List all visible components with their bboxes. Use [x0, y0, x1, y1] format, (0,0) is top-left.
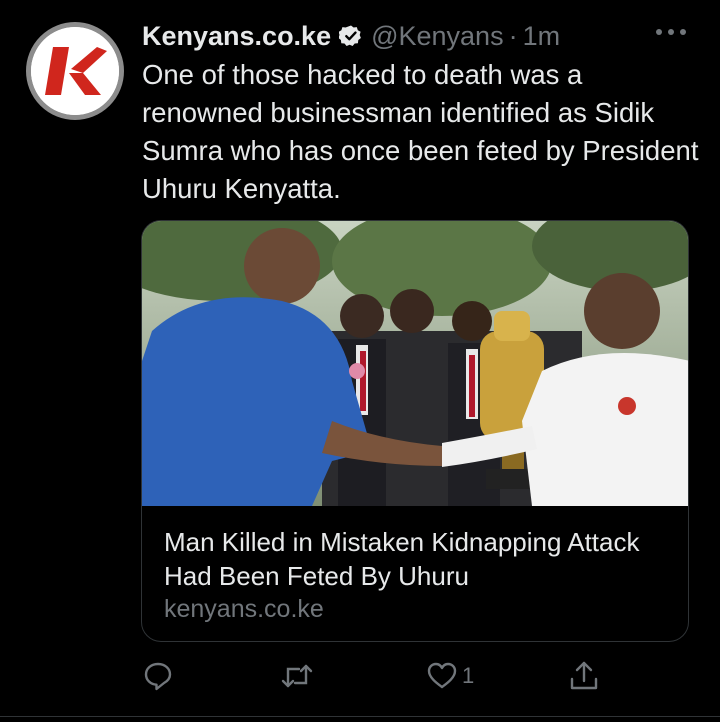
tweet-timestamp[interactable]: 1m	[523, 21, 561, 52]
tweet-header: Kenyans.co.ke @Kenyans · 1m	[142, 18, 560, 54]
kenyans-k-logo-icon	[31, 27, 119, 115]
like-button[interactable]: 1	[426, 656, 474, 696]
verified-badge-icon	[339, 25, 361, 46]
article-photo	[142, 221, 688, 506]
link-card[interactable]: Man Killed in Mistaken Kidnapping Attack…	[141, 220, 689, 642]
heart-icon	[427, 662, 457, 689]
tweet-actions: 1	[142, 656, 622, 696]
tweet-text: One of those hacked to death was a renow…	[142, 59, 699, 204]
card-image	[142, 221, 688, 506]
card-title: Man Killed in Mistaken Kidnapping Attack…	[164, 527, 640, 591]
avatar[interactable]	[26, 22, 124, 120]
divider	[0, 716, 720, 717]
author-display-name[interactable]: Kenyans.co.ke	[142, 21, 331, 52]
reply-button[interactable]	[142, 656, 174, 696]
reply-icon	[144, 662, 172, 691]
retweet-icon	[281, 664, 313, 688]
author-handle[interactable]: @Kenyans	[371, 21, 503, 52]
more-options-icon[interactable]	[654, 26, 688, 38]
tweet[interactable]: Kenyans.co.ke @Kenyans · 1m One of those…	[0, 0, 720, 722]
separator-dot: ·	[508, 20, 518, 51]
card-domain: kenyans.co.ke	[164, 595, 324, 623]
share-icon	[570, 661, 598, 690]
retweet-button[interactable]	[280, 656, 314, 696]
share-button[interactable]	[568, 656, 600, 696]
like-count: 1	[462, 663, 475, 688]
